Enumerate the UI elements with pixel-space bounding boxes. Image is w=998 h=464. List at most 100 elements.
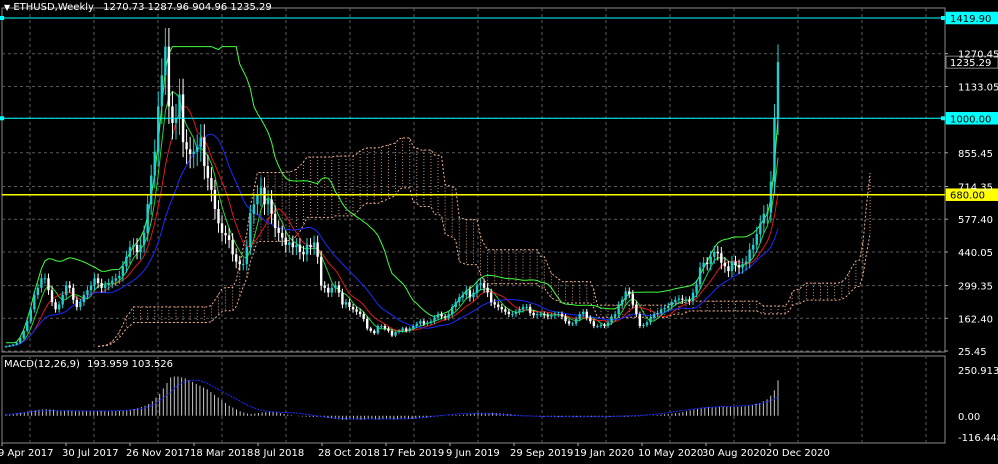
time-axis-label: 19 Jan 2020 xyxy=(574,448,634,459)
candle-body xyxy=(716,252,719,254)
candle-body xyxy=(238,261,241,264)
candle-body xyxy=(684,299,688,301)
candle-body xyxy=(26,321,29,331)
candle-body xyxy=(571,323,574,325)
triangle-down-icon[interactable]: ▼ xyxy=(4,3,10,12)
price-axis-label: 162.40 xyxy=(958,314,993,325)
candle-body xyxy=(560,314,564,317)
candle-body xyxy=(705,262,709,264)
candle-body xyxy=(291,242,295,248)
time-axis-label: 20 Dec 2020 xyxy=(766,448,830,459)
candle-body xyxy=(589,317,592,322)
candle-body xyxy=(727,266,730,272)
candle-body xyxy=(695,284,698,293)
candle-body xyxy=(362,314,365,319)
candle-body xyxy=(670,302,673,306)
candle-body xyxy=(75,299,79,307)
candle-body xyxy=(628,291,631,294)
candle-body xyxy=(649,317,652,323)
candle-body xyxy=(217,209,220,224)
candle-body xyxy=(284,237,287,245)
candle-body xyxy=(451,306,454,315)
candle-body xyxy=(196,146,199,152)
candle-body xyxy=(128,247,132,257)
candle-body xyxy=(475,285,479,293)
candle-body xyxy=(125,256,128,267)
macd-axis-label: -116.448 xyxy=(958,433,998,444)
candle-body xyxy=(486,287,489,293)
candle-body xyxy=(776,62,780,119)
candle-body xyxy=(341,292,344,305)
candle-body xyxy=(29,309,32,322)
candle-body xyxy=(440,314,443,317)
candle-body xyxy=(203,137,206,167)
candle-body xyxy=(667,305,670,309)
candle-body xyxy=(245,247,249,264)
candle-body xyxy=(539,314,542,316)
candle-body xyxy=(415,323,418,327)
candle-body xyxy=(220,223,224,233)
price-axis-label: 25.45 xyxy=(958,347,987,358)
level-handle-right xyxy=(941,16,945,20)
price-axis-label: 1270.45 xyxy=(958,50,998,61)
price-tag-1000.00: 1000.00 xyxy=(950,114,991,125)
candle-body xyxy=(107,283,110,286)
candle-body xyxy=(436,314,440,318)
candle-body xyxy=(330,287,333,293)
chart-canvas[interactable]: 1419.901000.00680.001235.291270.451133.0… xyxy=(0,0,998,464)
candle-body xyxy=(270,199,273,214)
price-axis-label: 299.35 xyxy=(958,282,993,293)
candle-body xyxy=(234,254,238,262)
candle-body xyxy=(266,199,270,205)
price-axis-label: 577.40 xyxy=(958,215,993,226)
candle-body xyxy=(383,326,387,329)
candle-body xyxy=(153,151,156,176)
candle-body xyxy=(390,330,394,336)
candle-body xyxy=(663,308,666,310)
candle-body xyxy=(249,213,252,248)
candle-body xyxy=(443,316,447,318)
candle-body xyxy=(744,261,748,264)
candle-body xyxy=(465,290,468,295)
candle-body xyxy=(185,142,188,150)
candle-body xyxy=(720,253,723,263)
price-tag-1419.90: 1419.90 xyxy=(950,14,991,25)
candle-body xyxy=(252,204,256,214)
candle-body xyxy=(514,311,518,315)
candle-body xyxy=(167,46,171,107)
macd-values: 193.959 103.526 xyxy=(87,359,174,370)
candle-body xyxy=(567,321,571,324)
candle-body xyxy=(458,297,461,303)
candle-body xyxy=(766,212,769,214)
level-handle-left xyxy=(0,16,4,20)
candle-body xyxy=(103,285,107,288)
candle-body xyxy=(40,278,43,288)
time-axis-label: 28 Oct 2018 xyxy=(318,448,380,459)
candle-body xyxy=(121,266,125,276)
candle-body xyxy=(327,287,330,293)
candle-body xyxy=(546,315,550,317)
candle-body xyxy=(305,244,309,255)
candle-body xyxy=(769,181,773,213)
candle-body xyxy=(316,242,319,257)
candle-body xyxy=(461,294,465,298)
candle-body xyxy=(698,267,702,285)
candle-body xyxy=(578,314,581,319)
candle-body xyxy=(89,285,93,291)
candle-body xyxy=(22,330,25,338)
time-axis-label: 30 Jul 2017 xyxy=(62,448,119,459)
candle-body xyxy=(472,292,475,298)
candle-body xyxy=(263,187,266,205)
candle-body xyxy=(387,328,390,331)
candle-body xyxy=(543,314,546,316)
level-handle-right xyxy=(941,116,945,121)
candle-body xyxy=(358,311,362,315)
candle-body xyxy=(422,321,426,324)
candle-body xyxy=(709,256,712,264)
candle-body xyxy=(54,302,57,310)
time-axis-label: 9 Apr 2017 xyxy=(0,448,53,459)
candle-body xyxy=(404,328,408,331)
candle-body xyxy=(574,318,578,324)
candle-body xyxy=(582,311,585,315)
candle-body xyxy=(596,326,599,328)
